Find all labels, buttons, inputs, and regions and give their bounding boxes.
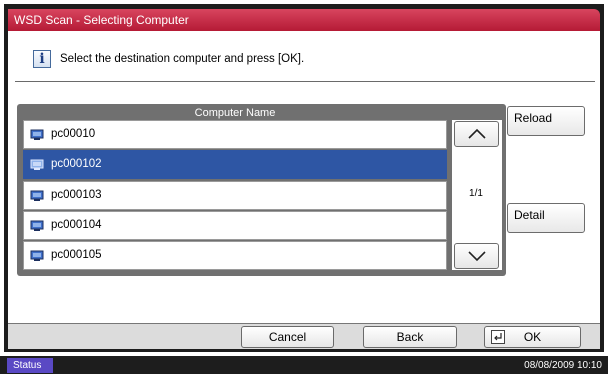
back-button[interactable]: Back bbox=[363, 326, 457, 348]
computer-list-item[interactable]: pc000103 bbox=[23, 181, 447, 210]
computer-name: pc000104 bbox=[51, 219, 102, 231]
scroll-up-button[interactable] bbox=[454, 121, 499, 147]
computer-name: pc00010 bbox=[51, 128, 96, 140]
instruction-message: Select the destination computer and pres… bbox=[60, 53, 305, 65]
cancel-button[interactable]: Cancel bbox=[241, 326, 334, 348]
page-indicator: 1/1 bbox=[469, 188, 483, 199]
computer-icon bbox=[30, 250, 44, 261]
computer-list-item[interactable]: pc000104 bbox=[23, 211, 447, 240]
computer-icon bbox=[30, 220, 44, 231]
computer-icon bbox=[30, 129, 44, 140]
chevron-up-icon bbox=[468, 128, 486, 139]
message-divider bbox=[15, 81, 595, 82]
info-icon: i bbox=[33, 50, 51, 68]
status-button[interactable]: Status bbox=[7, 358, 53, 373]
chevron-down-icon bbox=[468, 251, 486, 262]
computer-name: pc000103 bbox=[51, 189, 102, 201]
computer-icon bbox=[30, 159, 44, 170]
window-title: WSD Scan - Selecting Computer bbox=[8, 9, 600, 31]
scroll-down-button[interactable] bbox=[454, 243, 499, 269]
computer-list-item[interactable]: pc000105 bbox=[23, 241, 447, 270]
ok-label: OK bbox=[523, 330, 542, 344]
computer-icon bbox=[30, 190, 44, 201]
computer-name: pc000105 bbox=[51, 249, 102, 261]
column-header-computer-name: Computer Name bbox=[194, 107, 276, 119]
detail-button[interactable]: Detail bbox=[507, 203, 585, 233]
enter-icon bbox=[491, 330, 505, 344]
computer-name: pc000102 bbox=[51, 158, 102, 170]
status-bar bbox=[0, 356, 608, 374]
computer-list-item[interactable]: pc00010 bbox=[23, 120, 447, 149]
computer-list-item-selected[interactable]: pc000102 bbox=[23, 150, 447, 179]
reload-button[interactable]: Reload bbox=[507, 106, 585, 136]
date-time: 08/08/2009 10:10 bbox=[524, 360, 602, 371]
ok-button[interactable]: OK bbox=[484, 326, 581, 348]
